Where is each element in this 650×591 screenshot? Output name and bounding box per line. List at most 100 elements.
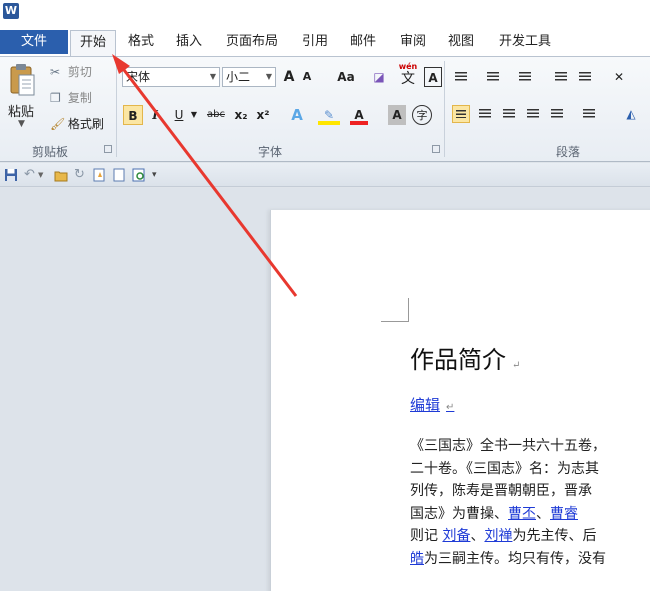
group-divider [444,61,445,157]
body-text-segment: 为三嗣主传。均只有传，没有 [424,550,606,567]
body-text-segment: 为先主传、后 [512,528,597,544]
save-icon[interactable] [4,168,18,182]
highlight-color-icon[interactable]: ✎ [318,105,340,125]
strikethrough-button[interactable]: abc [204,105,228,125]
align-left-button[interactable] [452,105,470,123]
align-right-icon[interactable] [500,105,518,123]
font-family-value: 宋体 [126,70,151,84]
body-text-segment: 二十卷。《三国志》名：为志其 [410,460,599,477]
paste-button[interactable]: 粘贴 [8,101,34,120]
body-line: 列传，陈寿是晋朝朝臣，晋承 [410,480,650,503]
edit-link-text: 编辑 [410,396,441,414]
ribbon-home: 粘贴 ▼ ✂ 剪切 ❐ 复制 🖌 格式刷 剪贴板 宋体 ▼ 小二 ▼ A A A… [0,56,650,162]
bullets-icon[interactable] [452,68,470,86]
tab-view[interactable]: 视图 [444,30,478,56]
font-color-button[interactable]: A [350,105,368,125]
blank-page-icon[interactable] [112,168,126,182]
hyperlink[interactable]: 刘禅 [484,528,512,544]
paste-icon[interactable] [8,63,36,97]
document-page[interactable]: 作品简介 ↵ 编辑 ↵ 《三国志》全书一共六十五卷， 二十卷。《三国志》名：为志其 列传… [270,210,650,591]
paste-dropdown-icon[interactable]: ▼ [18,119,25,129]
tab-references[interactable]: 引用 [298,30,332,56]
cut-label: 剪切 [67,65,92,79]
bold-button[interactable]: B [123,105,143,125]
character-border-button[interactable]: A [424,67,442,87]
body-text-segment: 国志》为 [410,505,466,522]
multilevel-list-icon[interactable] [516,68,534,86]
character-shading-button[interactable]: A [388,105,406,125]
chevron-down-icon: ▼ [209,72,216,81]
enclose-characters-button[interactable]: 字 [412,105,432,125]
underline-button[interactable]: U [172,105,186,125]
hyperlink[interactable]: 皓 [410,551,424,567]
phonetic-guide-button[interactable]: wén 文 [398,61,418,87]
document-body-text[interactable]: 《三国志》全书一共六十五卷， 二十卷。《三国志》名：为志其列传，陈寿是晋朝朝臣，晋… [410,435,650,570]
font-family-select[interactable]: 宋体 ▼ [122,67,220,87]
clipboard-group-label: 剪贴板 [31,145,68,159]
quick-access-toolbar: ↶ ▼ ↻ ▾ [0,163,650,187]
tab-insert[interactable]: 插入 [172,30,206,56]
brush-icon: 🖌 [50,117,66,131]
change-case-button[interactable]: Aa [334,67,358,87]
line-spacing-icon[interactable] [580,105,598,123]
grow-font-button[interactable]: A [282,67,296,87]
font-launcher-icon[interactable] [432,145,440,153]
font-size-value: 小二 [226,70,251,84]
print-preview-icon[interactable] [132,168,146,182]
ribbon-tab-bar: 文件 开始 格式 插入 页面布局 引用 邮件 审阅 视图 开发工具 [0,26,650,56]
tab-format[interactable]: 格式 [124,30,158,56]
hyperlink[interactable]: 曹睿 [550,506,578,522]
word-app-icon[interactable]: W [3,3,19,19]
hyperlink[interactable]: 曹丕 [508,506,536,522]
italic-button[interactable]: I [148,105,162,125]
heading-text: 作品简介 [410,346,506,374]
format-painter-button[interactable]: 🖌 格式刷 [50,115,104,132]
group-divider [116,61,117,157]
decrease-indent-icon[interactable] [552,68,570,86]
font-group-label: 字体 [257,145,282,159]
open-folder-icon[interactable] [54,168,68,182]
copy-label: 复制 [67,91,92,105]
tab-review[interactable]: 审阅 [396,30,430,56]
font-size-select[interactable]: 小二 ▼ [222,67,276,87]
document-workspace: 作品简介 ↵ 编辑 ↵ 《三国志》全书一共六十五卷， 二十卷。《三国志》名：为志其 列传… [0,188,650,591]
clear-format-icon[interactable]: ◪ [370,67,388,87]
increase-indent-icon[interactable] [576,68,594,86]
shrink-font-button[interactable]: A [300,67,314,87]
text-effects-button[interactable]: A [288,105,306,125]
new-document-icon[interactable] [92,168,106,182]
edit-link[interactable]: 编辑 ↵ [410,394,454,415]
format-painter-label: 格式刷 [67,117,104,131]
body-line: 二十卷。《三国志》名：为志其 [410,458,650,481]
scissors-icon: ✂ [50,65,61,79]
tab-developer[interactable]: 开发工具 [494,30,556,56]
body-text-segment: 、 [536,505,550,522]
document-heading[interactable]: 作品简介 ↵ [410,340,520,375]
title-bar: W [0,0,650,26]
distributed-icon[interactable] [548,105,566,123]
paragraph-mark-icon: ↵ [512,360,521,371]
undo-dropdown-icon[interactable]: ▼ [38,168,46,182]
copy-icon: ❐ [50,91,61,105]
tab-mailings[interactable]: 邮件 [346,30,380,56]
clipboard-launcher-icon[interactable] [104,145,112,153]
tab-page-layout[interactable]: 页面布局 [222,30,282,56]
cut-button[interactable]: ✂ 剪切 [50,63,92,80]
chinese-layout-icon[interactable]: ✕ [610,68,628,86]
align-center-icon[interactable] [476,105,494,123]
justify-icon[interactable] [524,105,542,123]
body-text-segment: 《三国志》全书一共六十五卷， [410,438,606,454]
undo-icon[interactable]: ↶ [24,168,38,182]
subscript-button[interactable]: x₂ [232,105,250,125]
hyperlink[interactable]: 刘备 [442,528,470,544]
tab-file[interactable]: 文件 [0,30,68,54]
numbering-icon[interactable] [484,68,502,86]
tab-home[interactable]: 开始 [70,30,116,56]
body-line: 国志》为曹操、曹丕、曹睿 [410,503,650,526]
copy-button[interactable]: ❐ 复制 [50,89,92,106]
underline-dropdown-icon[interactable]: ▼ [190,105,198,125]
redo-icon[interactable]: ↻ [74,168,88,182]
superscript-button[interactable]: x² [254,105,272,125]
customize-toolbar-icon[interactable]: ▾ [152,168,162,182]
shading-icon[interactable]: ◭ [622,105,640,123]
